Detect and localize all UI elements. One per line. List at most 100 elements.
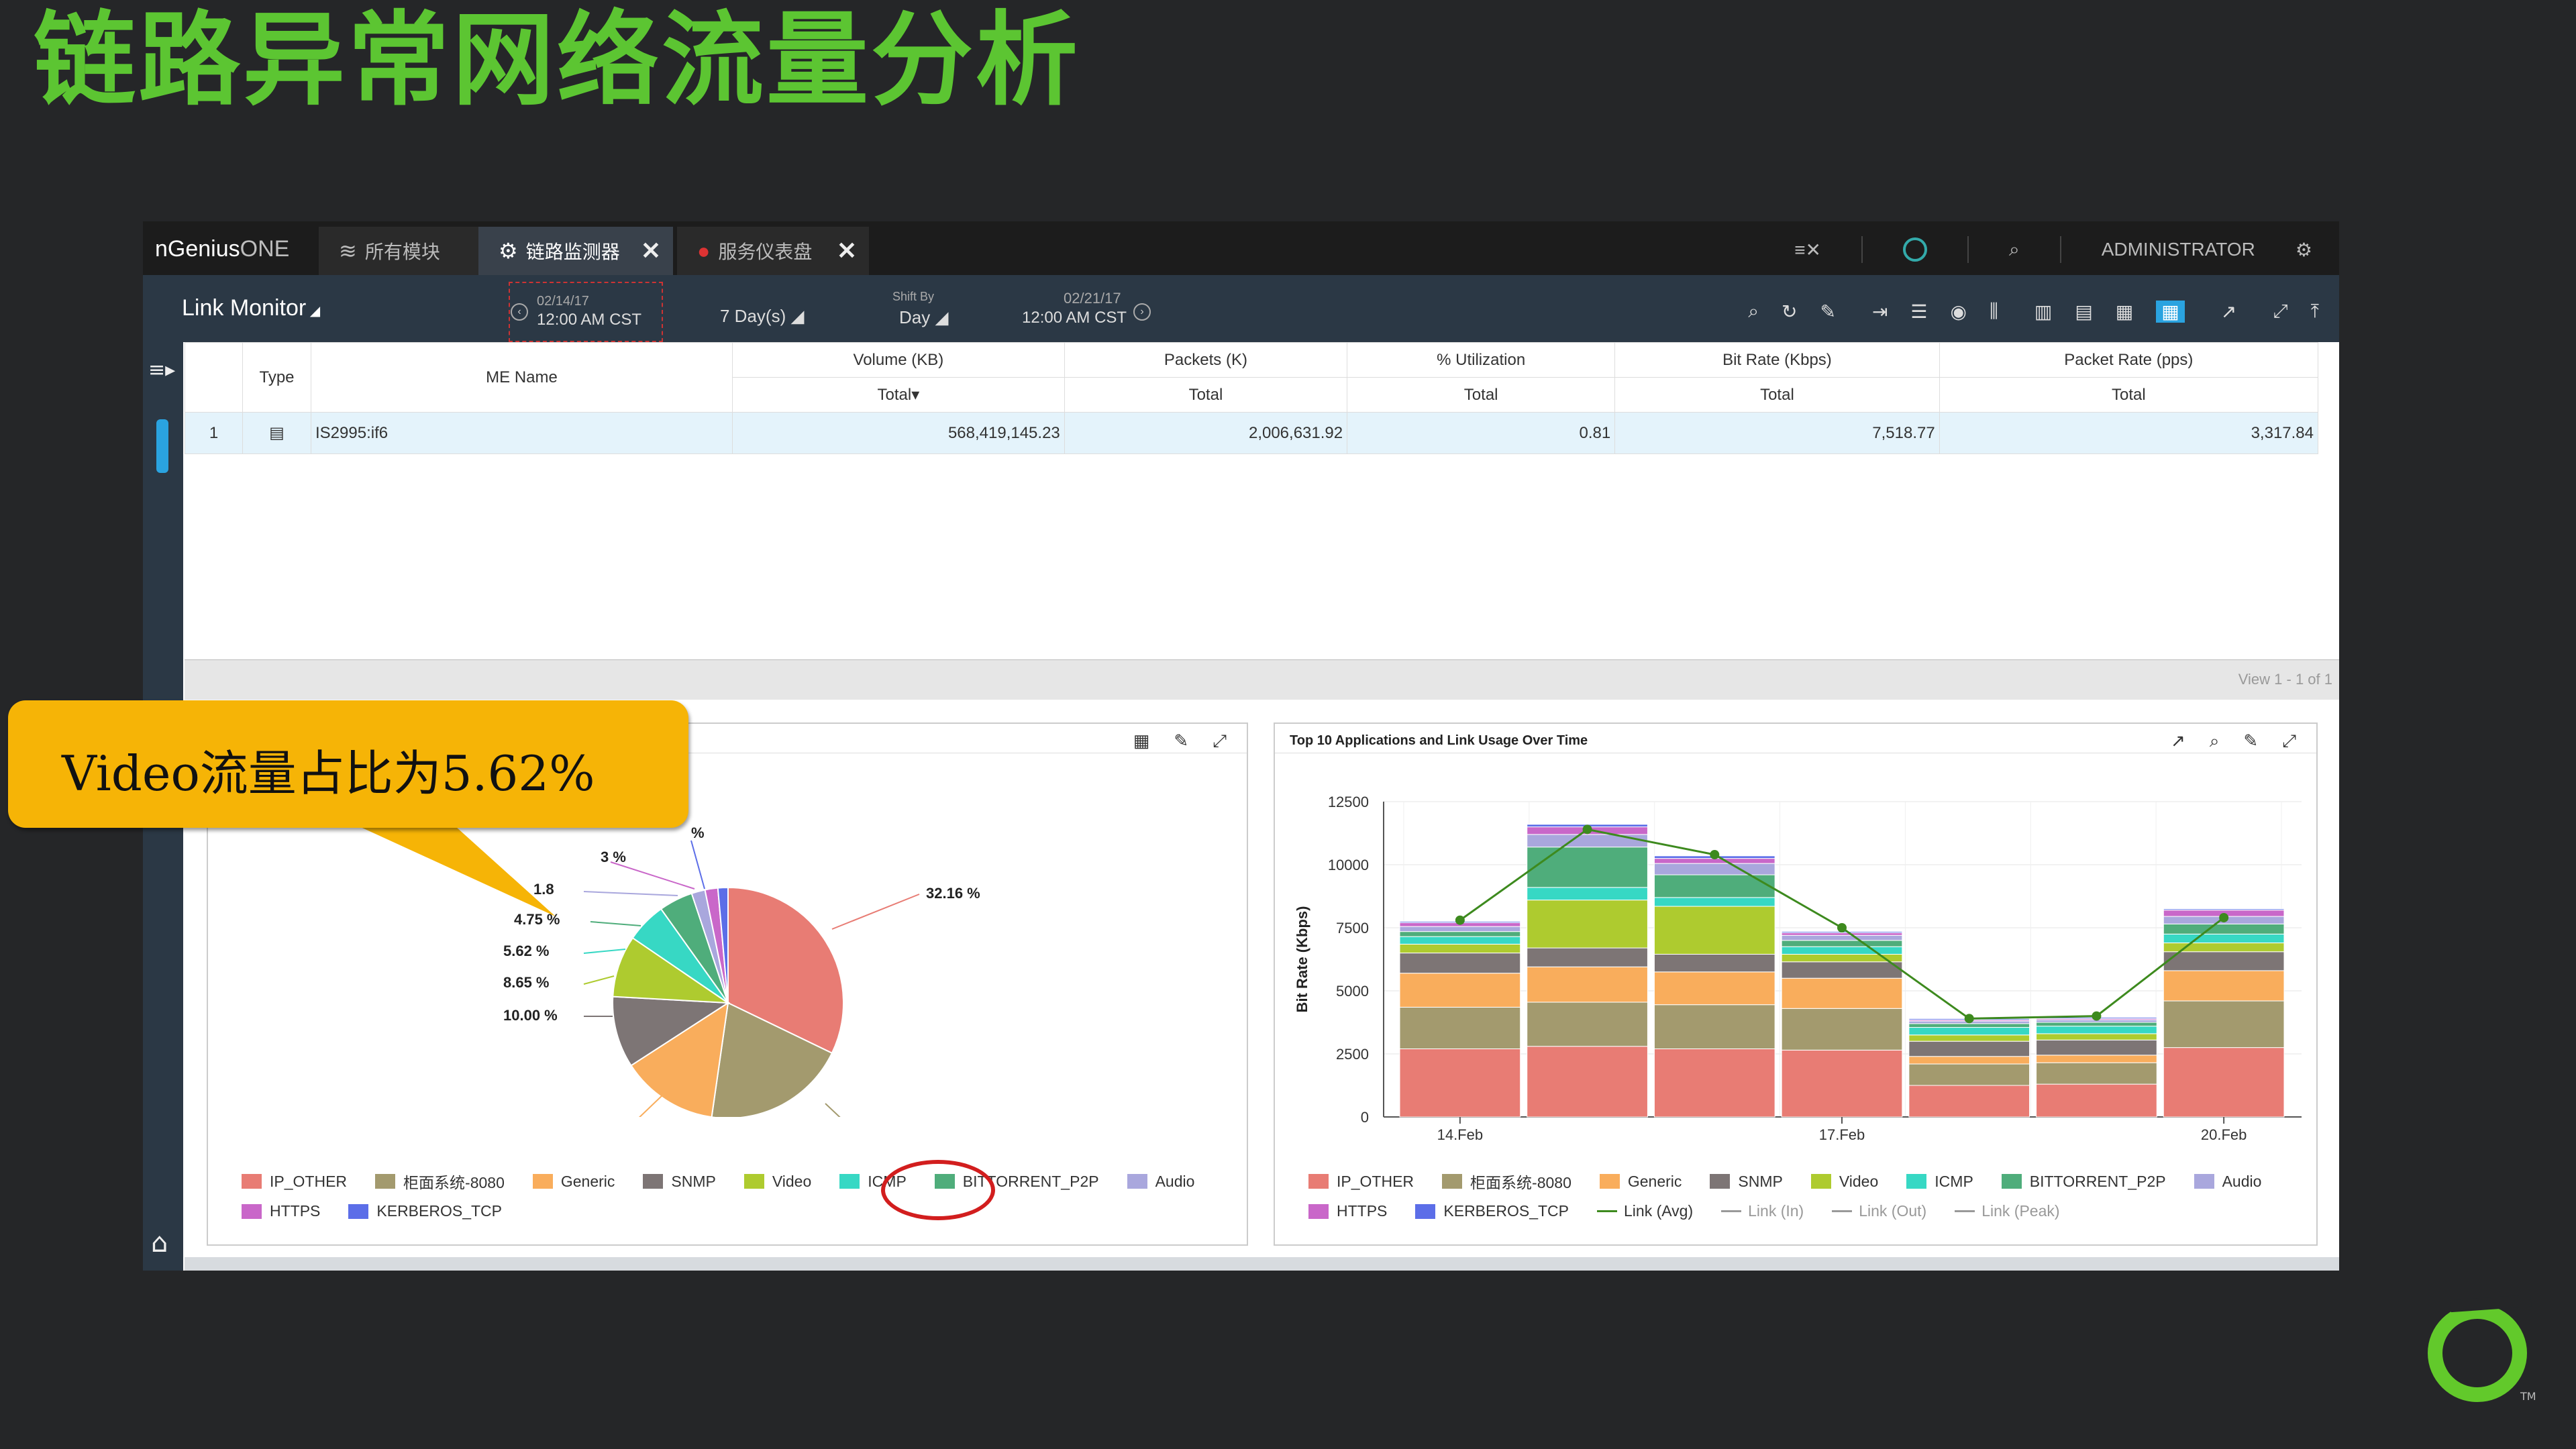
legend-item[interactable]: SNMP — [1710, 1170, 1783, 1193]
page-title[interactable]: Link Monitor ◢ — [182, 295, 320, 321]
tab-service-dashboard[interactable]: ● 服务仪表盘 ✕ — [677, 227, 869, 275]
bar-segment[interactable] — [1653, 906, 1775, 955]
expand-arrow-icon[interactable]: ≡▸ — [148, 358, 175, 382]
bar-segment[interactable] — [2163, 970, 2285, 1002]
legend-item[interactable]: Audio — [2194, 1170, 2261, 1193]
export-icon[interactable]: ⇥ — [1872, 301, 1888, 323]
bar-segment[interactable] — [2163, 933, 2285, 944]
bar-segment[interactable] — [2036, 1083, 2157, 1118]
link-avg-point[interactable] — [1964, 1014, 1974, 1024]
legend-item[interactable]: IP_OTHER — [242, 1170, 347, 1193]
refresh-icon[interactable]: ↻ — [1782, 301, 1797, 323]
bar-segment[interactable] — [1653, 971, 1775, 1006]
fullscreen-icon[interactable]: ⤢ — [2273, 301, 2287, 323]
range-select[interactable]: 7 Day(s) ◢ — [720, 306, 804, 327]
legend-item[interactable]: 柜面系统-8080 — [375, 1170, 505, 1193]
bar-segment[interactable] — [2036, 1022, 2157, 1027]
bar-segment[interactable] — [2163, 951, 2285, 971]
legend-item[interactable]: Link (Peak) — [1955, 1202, 2060, 1220]
bar-segment[interactable] — [1781, 932, 1903, 936]
col-packets-total[interactable]: Total — [1064, 377, 1348, 413]
legend-item[interactable]: ICMP — [1906, 1170, 1973, 1193]
bar-segment[interactable] — [1908, 1085, 2030, 1118]
bar-segment[interactable] — [1908, 1040, 2030, 1057]
bar-segment[interactable] — [1399, 931, 1521, 937]
legend-item[interactable]: KERBEROS_TCP — [348, 1202, 502, 1220]
col-bitrate-total[interactable]: Total — [1614, 377, 1940, 413]
bar-segment[interactable] — [1399, 1006, 1521, 1049]
bar-segment[interactable] — [2036, 1026, 2157, 1034]
legend-item[interactable]: Generic — [1599, 1170, 1682, 1193]
bar-segment[interactable] — [1527, 847, 1648, 888]
bar-segment[interactable] — [2036, 1033, 2157, 1040]
bar-segment[interactable] — [1653, 1048, 1775, 1118]
table-row[interactable]: 1 ▤ IS2995:if6 568,419,145.23 2,006,631.… — [185, 412, 2319, 454]
legend-item[interactable]: Video — [743, 1170, 811, 1193]
link-avg-point[interactable] — [1455, 915, 1465, 925]
bar-segment[interactable] — [2036, 1055, 2157, 1063]
bar-segment[interactable] — [2163, 1047, 2285, 1118]
search-icon[interactable]: ⌕ — [1748, 301, 1759, 323]
bar-segment[interactable] — [1653, 953, 1775, 973]
bar-segment[interactable] — [1908, 1034, 2030, 1042]
bar-segment[interactable] — [1653, 863, 1775, 875]
edit-icon[interactable]: ✎ — [1174, 731, 1188, 752]
bar-segment[interactable] — [1653, 897, 1775, 907]
fullscreen-icon[interactable]: ⤢ — [2282, 731, 2296, 752]
fullscreen-icon[interactable]: ⤢ — [1213, 731, 1227, 752]
bar-segment[interactable] — [2036, 1062, 2157, 1085]
bar-segment[interactable] — [1399, 953, 1521, 974]
bar-segment[interactable] — [1399, 936, 1521, 945]
bar-segment[interactable] — [1527, 1002, 1648, 1047]
status-icon[interactable] — [1903, 237, 1927, 262]
grid-view-icon[interactable]: ▥ — [2034, 301, 2052, 323]
legend-item[interactable]: Link (Avg) — [1597, 1202, 1693, 1220]
col-pktrate-total[interactable]: Total — [1939, 377, 2319, 413]
col-volume-total[interactable]: Total▾ — [732, 377, 1065, 413]
col-utilization[interactable]: % Utilization — [1347, 342, 1616, 378]
link-avg-point[interactable] — [2092, 1011, 2102, 1021]
bar-segment[interactable] — [1908, 1063, 2030, 1086]
col-volume[interactable]: Volume (KB) — [732, 342, 1065, 378]
trend-icon[interactable]: ↗ — [2171, 731, 2185, 752]
col-packets[interactable]: Packets (K) — [1064, 342, 1348, 378]
bar-segment[interactable] — [1781, 1008, 1903, 1051]
legend-item[interactable]: Video — [1810, 1170, 1878, 1193]
bar-segment[interactable] — [1908, 1027, 2030, 1036]
bar-segment[interactable] — [1781, 946, 1903, 955]
report-icon[interactable]: ▤ — [2075, 301, 2092, 323]
legend-item[interactable]: HTTPS — [1308, 1202, 1387, 1220]
home-icon[interactable]: ⌂ — [151, 1228, 168, 1258]
bar-segment[interactable] — [2163, 908, 2285, 911]
search-icon[interactable]: ⌕ — [2009, 239, 2020, 261]
link-avg-point[interactable] — [1837, 923, 1847, 932]
close-icon[interactable]: ✕ — [641, 237, 661, 265]
shift-by-select[interactable]: Day ◢ — [899, 307, 948, 328]
col-util-total[interactable]: Total — [1347, 377, 1616, 413]
view-icon[interactable]: ◉ — [1951, 301, 1967, 323]
bar-segment[interactable] — [1527, 966, 1648, 1003]
layout-icon[interactable]: ▦ — [2116, 301, 2133, 323]
bar-segment[interactable] — [1399, 926, 1521, 932]
upload-icon[interactable]: ⤒ — [2311, 301, 2319, 323]
edit-icon[interactable]: ✎ — [1820, 301, 1835, 323]
trend-icon[interactable]: ↗ — [2221, 301, 2236, 323]
bar-segment[interactable] — [2163, 1000, 2285, 1049]
bar-segment[interactable] — [2163, 923, 2285, 934]
bar-segment[interactable] — [1399, 1048, 1521, 1118]
bar-segment[interactable] — [1399, 943, 1521, 954]
legend-item[interactable]: IP_OTHER — [1308, 1170, 1414, 1193]
tab-all-modules[interactable]: ≋ 所有模块 — [319, 227, 478, 275]
legend-item[interactable]: Link (In) — [1721, 1202, 1804, 1220]
legend-item[interactable]: Generic — [532, 1170, 615, 1193]
bar-segment[interactable] — [1781, 977, 1903, 1009]
bar-segment[interactable] — [1527, 900, 1648, 949]
table-view-icon[interactable]: ▦ — [2156, 301, 2185, 323]
columns-icon[interactable]: ⫼ — [1990, 301, 1998, 323]
filter-icon[interactable]: ☰ — [1910, 301, 1927, 323]
bar-segment[interactable] — [1399, 973, 1521, 1008]
legend-item[interactable]: KERBEROS_TCP — [1415, 1202, 1569, 1220]
col-bitrate[interactable]: Bit Rate (Kbps) — [1614, 342, 1940, 378]
col-packet-rate[interactable]: Packet Rate (pps) — [1939, 342, 2319, 378]
edit-icon[interactable]: ✎ — [2243, 731, 2258, 752]
